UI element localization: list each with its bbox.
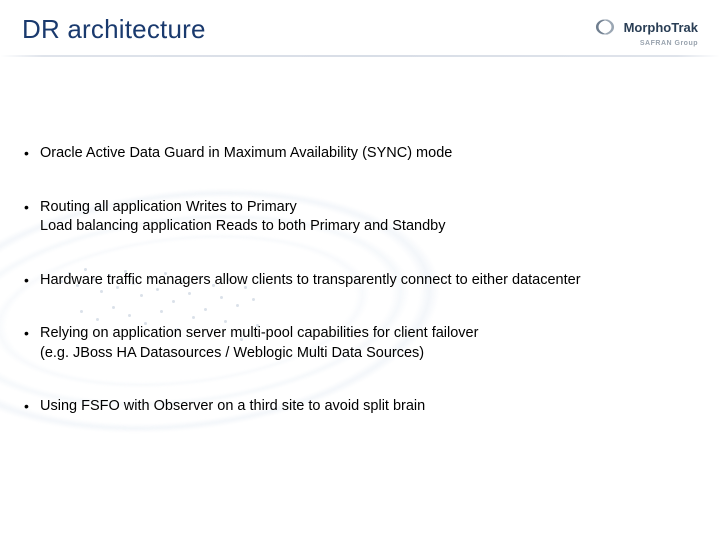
bullet-item: Hardware traffic managers allow clients … (22, 271, 698, 291)
bullet-item: Oracle Active Data Guard in Maximum Avai… (22, 144, 698, 164)
bullet-text: Routing all application Writes to Primar… (40, 199, 297, 215)
logo-row: MorphoTrak (592, 16, 698, 38)
bullet-item: Routing all application Writes to Primar… (22, 198, 698, 237)
header: DR architecture MorphoTrak SAFRAN Group (0, 0, 720, 56)
logo-text: MorphoTrak (624, 20, 698, 35)
slide: DR architecture MorphoTrak SAFRAN Group … (0, 0, 720, 540)
bullet-text: Hardware traffic managers allow clients … (40, 272, 581, 288)
footer (0, 510, 720, 540)
bullet-list: Oracle Active Data Guard in Maximum Avai… (22, 144, 698, 417)
bullet-text: Relying on application server multi-pool… (40, 325, 478, 341)
bullet-item: Relying on application server multi-pool… (22, 324, 698, 363)
bullet-text: Oracle Active Data Guard in Maximum Avai… (40, 145, 452, 161)
bullet-text-line2: (e.g. JBoss HA Datasources / Weblogic Mu… (40, 344, 698, 364)
logo-name: MorphoTrak (624, 20, 698, 35)
bullet-text: Using FSFO with Observer on a third site… (40, 398, 425, 414)
brand-logo: MorphoTrak SAFRAN Group (592, 14, 698, 47)
bullet-item: Using FSFO with Observer on a third site… (22, 397, 698, 417)
page-title: DR architecture (22, 14, 206, 45)
content-area: Oracle Active Data Guard in Maximum Avai… (0, 56, 720, 417)
swirl-logo-icon (592, 16, 618, 38)
bullet-text-line2: Load balancing application Reads to both… (40, 217, 698, 237)
logo-subtext: SAFRAN Group (640, 40, 698, 47)
